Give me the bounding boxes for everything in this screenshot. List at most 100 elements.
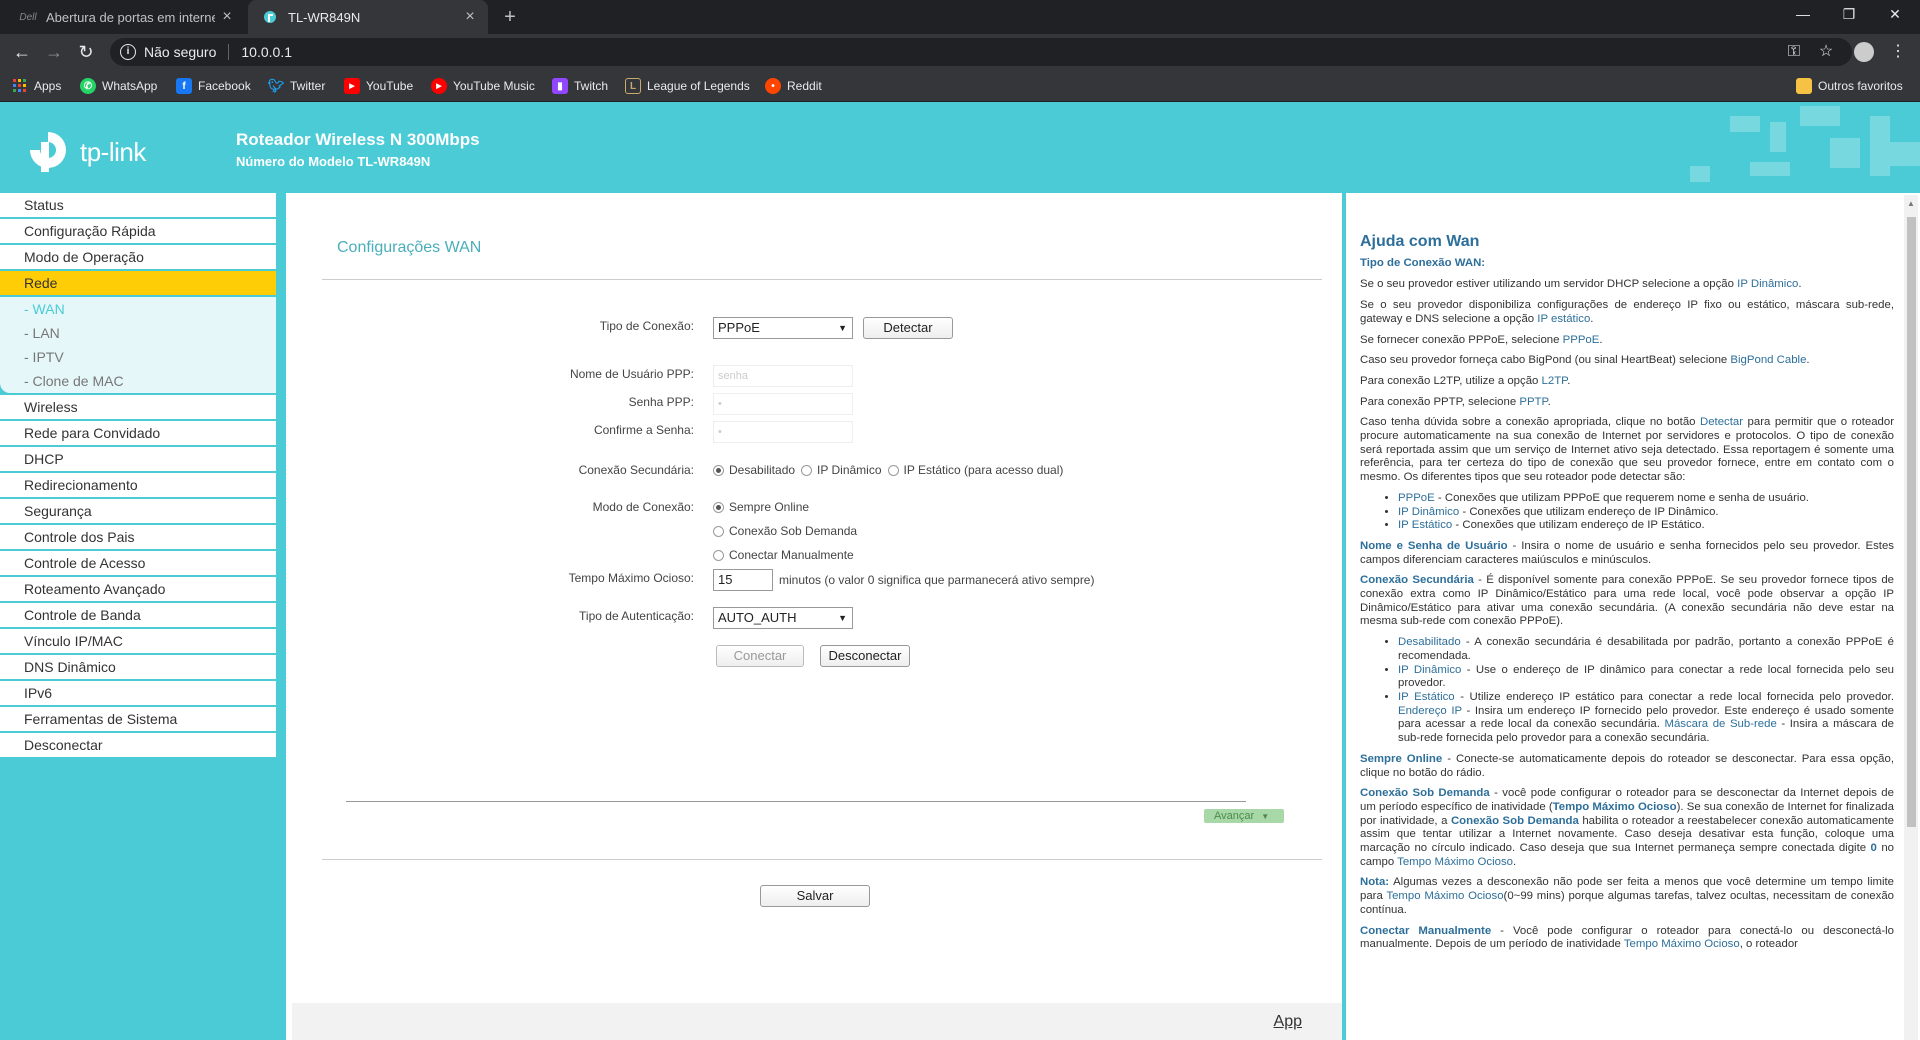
menu-item-ipv6[interactable]: IPv6 (0, 681, 276, 705)
menu-item-dhcp[interactable]: DHCP (0, 447, 276, 471)
menu-item-logout[interactable]: Desconectar (0, 733, 276, 757)
bookmark-label: WhatsApp (102, 79, 158, 93)
bookmark-twitch[interactable]: ▮ Twitch (552, 77, 608, 95)
advanced-toggle-button[interactable]: Avançar ▼ (1204, 809, 1284, 823)
menu-item-forwarding[interactable]: Redirecionamento (0, 473, 276, 497)
menu-item-security[interactable]: Segurança (0, 499, 276, 523)
menu-item-status[interactable]: Status (0, 193, 276, 217)
tplink-favicon-icon (262, 9, 278, 25)
menu-item-operation-mode[interactable]: Modo de Operação (0, 245, 276, 269)
radio-always-online[interactable] (713, 501, 724, 513)
menu-item-dynamic-dns[interactable]: DNS Dinâmico (0, 655, 276, 679)
app-link[interactable]: App (1274, 1013, 1302, 1031)
scrollbar-thumb[interactable] (1907, 217, 1916, 827)
radio-secondary-static-ip[interactable] (887, 464, 899, 476)
connect-button[interactable]: Conectar (716, 645, 804, 667)
menu-item-access-control[interactable]: Controle de Acesso (0, 551, 276, 575)
other-bookmarks[interactable]: Outros favoritos (1796, 77, 1903, 95)
submenu-item-iptv[interactable]: - IPTV (0, 345, 276, 369)
close-window-icon[interactable]: ✕ (1872, 0, 1918, 30)
menu-item-guest-network[interactable]: Rede para Convidado (0, 421, 276, 445)
more-menu-icon[interactable]: ⋮ (1886, 40, 1910, 64)
radio-label: Desabilitado (729, 463, 796, 477)
tab-close-icon[interactable]: × (458, 8, 482, 26)
omnibox-separator (228, 44, 230, 60)
radio-on-demand[interactable] (713, 525, 724, 537)
menu-item-quick-setup[interactable]: Configuração Rápida (0, 219, 276, 243)
help-paragraph: Caso seu provedor forneça cabo BigPond (… (1360, 354, 1810, 367)
address-bar[interactable]: i Não seguro 10.0.0.1 (110, 38, 1852, 66)
help-paragraph: Para conexão PPTP, selecione PPTP. (1360, 395, 1551, 408)
menu-item-wireless[interactable]: Wireless (0, 395, 276, 419)
bookmark-apps[interactable]: Apps (12, 77, 61, 95)
bookmark-label: Twitch (574, 79, 609, 93)
save-button[interactable]: Salvar (760, 885, 870, 907)
bookmark-facebook[interactable]: f Facebook (176, 77, 251, 95)
radio-label: Conexão Sob Demanda (729, 524, 858, 538)
router-banner: tp-link Roteador Wireless N 300Mbps Núme… (0, 102, 1920, 193)
wan-settings-panel: Configurações WAN Tipo de Conexão: PPPoE… (286, 193, 1342, 1040)
info-icon[interactable]: i (120, 44, 136, 60)
conn-type-value: PPPoE (718, 320, 760, 335)
mode-on-demand[interactable]: Conexão Sob Demanda (713, 524, 857, 538)
minimize-icon[interactable]: — (1780, 0, 1826, 30)
help-paragraph: Conexão Sob Demanda - você pode configur… (1360, 787, 1894, 868)
browser-tab-active[interactable]: TL-WR849N × (248, 0, 488, 34)
restore-icon[interactable]: ❐ (1826, 0, 1872, 30)
submenu-item-lan[interactable]: - LAN (0, 321, 276, 345)
mode-always-online[interactable]: Sempre Online (713, 500, 809, 514)
key-icon[interactable]: ⚿ (1782, 40, 1806, 64)
menu-item-system-tools[interactable]: Ferramentas de Sistema (0, 707, 276, 731)
disconnect-button[interactable]: Desconectar (820, 645, 910, 667)
bookmark-label: Reddit (787, 79, 822, 93)
bookmark-twitter[interactable]: 🐦︎ Twitter (268, 77, 326, 95)
bookmark-reddit[interactable]: • Reddit (765, 77, 822, 95)
help-paragraph: Nome e Senha de Usuário - Insira o nome … (1360, 539, 1894, 566)
confirm-password-input[interactable]: • (713, 421, 853, 443)
advanced-label: Avançar (1214, 810, 1255, 822)
forward-icon[interactable]: → (42, 40, 66, 64)
auth-type-select[interactable]: AUTO_AUTH ▼ (713, 607, 853, 629)
help-list: Desabilitado - A conexão secundária é de… (1398, 636, 1894, 746)
avatar[interactable] (1852, 40, 1876, 64)
detect-button[interactable]: Detectar (863, 317, 953, 339)
browser-tab-inactive[interactable]: Dell Abertura de portas em internet c × (0, 0, 245, 34)
help-paragraph: Conectar Manualmente - Você pode configu… (1360, 924, 1895, 951)
radio-secondary-disabled[interactable] (713, 464, 724, 476)
menu-item-ip-mac-binding[interactable]: Vínculo IP/MAC (0, 629, 276, 653)
bookmark-youtube-music[interactable]: ▶ YouTube Music (431, 77, 535, 95)
chevron-down-icon: ▼ (1261, 812, 1270, 821)
bookmark-label: YouTube (366, 79, 414, 93)
mode-manual[interactable]: Conectar Manualmente (713, 548, 854, 562)
browser-toolbar: ← → ↻ i Não seguro 10.0.0.1 ⚿ ☆ ⋮ (0, 34, 1920, 70)
back-icon[interactable]: ← (10, 40, 34, 64)
radio-label: Sempre Online (729, 500, 810, 514)
bookmark-whatsapp[interactable]: ✆ WhatsApp (80, 77, 157, 95)
bookmark-label: Apps (34, 79, 62, 93)
help-paragraph: Conexão Secundária - É disponível soment… (1360, 574, 1894, 628)
bookmark-youtube[interactable]: ▶ YouTube (344, 77, 413, 95)
menu-item-parental-controls[interactable]: Controle dos Pais (0, 525, 276, 549)
submenu-item-mac-clone[interactable]: - Clone de MAC (0, 369, 276, 393)
menu-item-advanced-routing[interactable]: Roteamento Avançado (0, 577, 276, 601)
submenu-item-wan[interactable]: - WAN (0, 297, 276, 321)
tab-close-icon[interactable]: × (215, 8, 239, 26)
ppp-user-input[interactable]: senha (713, 365, 853, 387)
menu-item-network[interactable]: Rede (0, 271, 276, 295)
conn-type-select[interactable]: PPPoE ▼ (713, 317, 853, 339)
reload-icon[interactable]: ↻ (74, 40, 98, 64)
menu-item-bandwidth-control[interactable]: Controle de Banda (0, 603, 276, 627)
scroll-up-icon[interactable]: ▲ (1907, 199, 1915, 208)
radio-secondary-dynamic-ip[interactable] (801, 464, 813, 476)
facebook-icon: f (176, 78, 192, 94)
help-paragraph: Se fornecer conexão PPPoE, selecione PPP… (1360, 333, 1603, 346)
help-scrollbar[interactable]: ▲ (1904, 195, 1918, 1040)
new-tab-icon[interactable]: + (498, 5, 522, 29)
ppp-password-input[interactable]: • (713, 393, 853, 415)
star-icon[interactable]: ☆ (1814, 40, 1838, 64)
idle-time-input[interactable]: 15 (713, 569, 773, 591)
bookmark-league[interactable]: L League of Legends (625, 77, 750, 95)
help-paragraph: Se o seu provedor estiver utilizando um … (1360, 278, 1802, 291)
radio-manual[interactable] (713, 549, 724, 561)
banner-titles: Roteador Wireless N 300Mbps Número do Mo… (236, 130, 480, 169)
